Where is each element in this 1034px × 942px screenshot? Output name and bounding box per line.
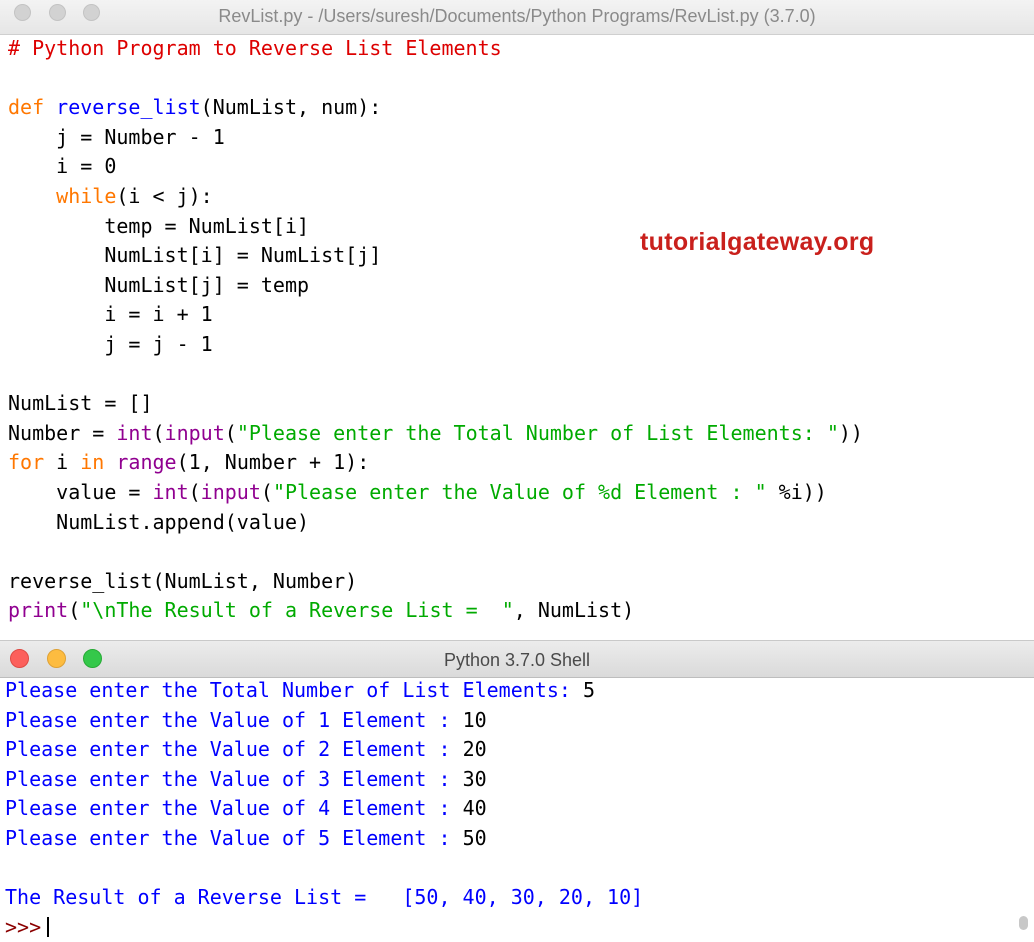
code-editor[interactable]: # Python Program to Reverse List Element… bbox=[8, 34, 863, 626]
code-token: j = j - 1 bbox=[8, 331, 213, 356]
code-line: j = j - 1 bbox=[8, 330, 863, 360]
shell-titlebar: Python 3.7.0 Shell bbox=[0, 640, 1034, 678]
code-token: reverse_list(NumList, Number) bbox=[8, 568, 358, 593]
code-token: ( bbox=[260, 479, 273, 504]
shell-prompt-line[interactable]: >>> bbox=[5, 913, 643, 942]
code-token: "Please enter the Total Number of List E… bbox=[236, 420, 839, 445]
code-line: Number = int(input("Please enter the Tot… bbox=[8, 419, 863, 449]
code-token: input bbox=[164, 420, 225, 445]
code-token: range bbox=[116, 450, 177, 475]
shell-prompt-text: Please enter the Total Number of List El… bbox=[5, 678, 583, 702]
code-line: while(i < j): bbox=[8, 182, 863, 212]
watermark: tutorialgateway.org bbox=[640, 228, 875, 256]
code-token: i bbox=[44, 450, 81, 475]
shell-line: Please enter the Value of 2 Element : 20 bbox=[5, 735, 643, 765]
code-line: j = Number - 1 bbox=[8, 123, 863, 153]
code-token: %i)) bbox=[766, 479, 827, 504]
shell-prompt-text: Please enter the Value of 4 Element : bbox=[5, 796, 463, 821]
code-token: ( bbox=[188, 479, 201, 504]
shell-prompt-text: Please enter the Value of 3 Element : bbox=[5, 766, 463, 791]
code-token: # Python Program to Reverse List Element… bbox=[8, 36, 502, 60]
shell-prompt-text: Please enter the Value of 2 Element : bbox=[5, 737, 463, 762]
code-token: while bbox=[56, 183, 117, 208]
code-token: i = 0 bbox=[8, 154, 117, 179]
code-token: )) bbox=[838, 420, 863, 445]
text-cursor bbox=[47, 916, 50, 937]
shell-output[interactable]: Please enter the Total Number of List El… bbox=[5, 676, 643, 942]
code-line: print("\nThe Result of a Reverse List = … bbox=[8, 596, 863, 626]
shell-prompt-text: Please enter the Value of 5 Element : bbox=[5, 825, 463, 850]
code-line: NumList.append(value) bbox=[8, 508, 863, 538]
shell-user-input: 30 bbox=[462, 766, 487, 791]
code-token: for bbox=[8, 450, 45, 475]
code-token: Number = bbox=[8, 420, 117, 445]
shell-blank-line bbox=[5, 854, 643, 884]
code-token: j = Number - 1 bbox=[8, 124, 225, 149]
scrollbar-thumb[interactable] bbox=[1019, 916, 1028, 930]
code-token: int bbox=[116, 420, 153, 445]
code-token: "\nThe Result of a Reverse List = " bbox=[80, 598, 514, 623]
shell-user-input: 5 bbox=[582, 678, 596, 702]
code-token: NumList[j] = temp bbox=[8, 272, 310, 297]
shell-window: Python 3.7.0 Shell Please enter the Tota… bbox=[0, 640, 1034, 939]
code-token: def bbox=[8, 95, 45, 120]
shell-line: Please enter the Value of 3 Element : 30 bbox=[5, 765, 643, 795]
code-token: (i < j): bbox=[116, 183, 213, 208]
code-token: "Please enter the Value of %d Element : … bbox=[272, 479, 767, 504]
code-token: reverse_list bbox=[56, 95, 201, 120]
code-token: (NumList, num): bbox=[200, 95, 382, 120]
code-line: i = 0 bbox=[8, 152, 863, 182]
code-token: ( bbox=[68, 598, 81, 623]
code-line: for i in range(1, Number + 1): bbox=[8, 448, 863, 478]
code-token: NumList[i] = NumList[j] bbox=[8, 243, 382, 268]
shell-user-input: 50 bbox=[462, 825, 487, 850]
code-token: input bbox=[200, 479, 261, 504]
code-token: value = bbox=[8, 479, 153, 504]
code-line: NumList[j] = temp bbox=[8, 271, 863, 301]
code-token: , NumList) bbox=[513, 598, 635, 623]
shell-user-input: 40 bbox=[462, 796, 487, 821]
code-line: # Python Program to Reverse List Element… bbox=[8, 34, 863, 64]
code-token: NumList.append(value) bbox=[8, 509, 310, 534]
code-line: NumList = [] bbox=[8, 389, 863, 419]
code-token: print bbox=[8, 598, 69, 623]
shell-ps1: >>> bbox=[5, 914, 42, 939]
code-token: ( bbox=[224, 420, 237, 445]
shell-user-input: 10 bbox=[462, 707, 487, 732]
shell-prompt-text: Please enter the Value of 1 Element : bbox=[5, 707, 463, 732]
shell-line: Please enter the Total Number of List El… bbox=[5, 676, 643, 706]
code-token: int bbox=[152, 479, 189, 504]
code-line: i = i + 1 bbox=[8, 300, 863, 330]
code-token: in bbox=[80, 450, 105, 475]
code-token: NumList = [] bbox=[8, 391, 153, 416]
editor-title: RevList.py - /Users/suresh/Documents/Pyt… bbox=[218, 6, 816, 26]
shell-line: Please enter the Value of 1 Element : 10 bbox=[5, 706, 643, 736]
shell-line: Please enter the Value of 5 Element : 50 bbox=[5, 824, 643, 854]
code-line: reverse_list(NumList, Number) bbox=[8, 567, 863, 597]
shell-user-input: 20 bbox=[462, 737, 487, 762]
shell-line: Please enter the Value of 4 Element : 40 bbox=[5, 794, 643, 824]
code-line: value = int(input("Please enter the Valu… bbox=[8, 478, 863, 508]
code-token: ( bbox=[152, 420, 165, 445]
code-token: (1, Number + 1): bbox=[176, 450, 370, 475]
editor-titlebar: RevList.py - /Users/suresh/Documents/Pyt… bbox=[0, 0, 1034, 35]
code-token: i = i + 1 bbox=[8, 302, 213, 327]
code-line: def reverse_list(NumList, num): bbox=[8, 93, 863, 123]
editor-window: RevList.py - /Users/suresh/Documents/Pyt… bbox=[0, 0, 1034, 636]
shell-title: Python 3.7.0 Shell bbox=[443, 650, 591, 670]
code-token: temp = NumList[i] bbox=[8, 213, 310, 238]
shell-result-line: The Result of a Reverse List = [50, 40, … bbox=[5, 885, 644, 910]
